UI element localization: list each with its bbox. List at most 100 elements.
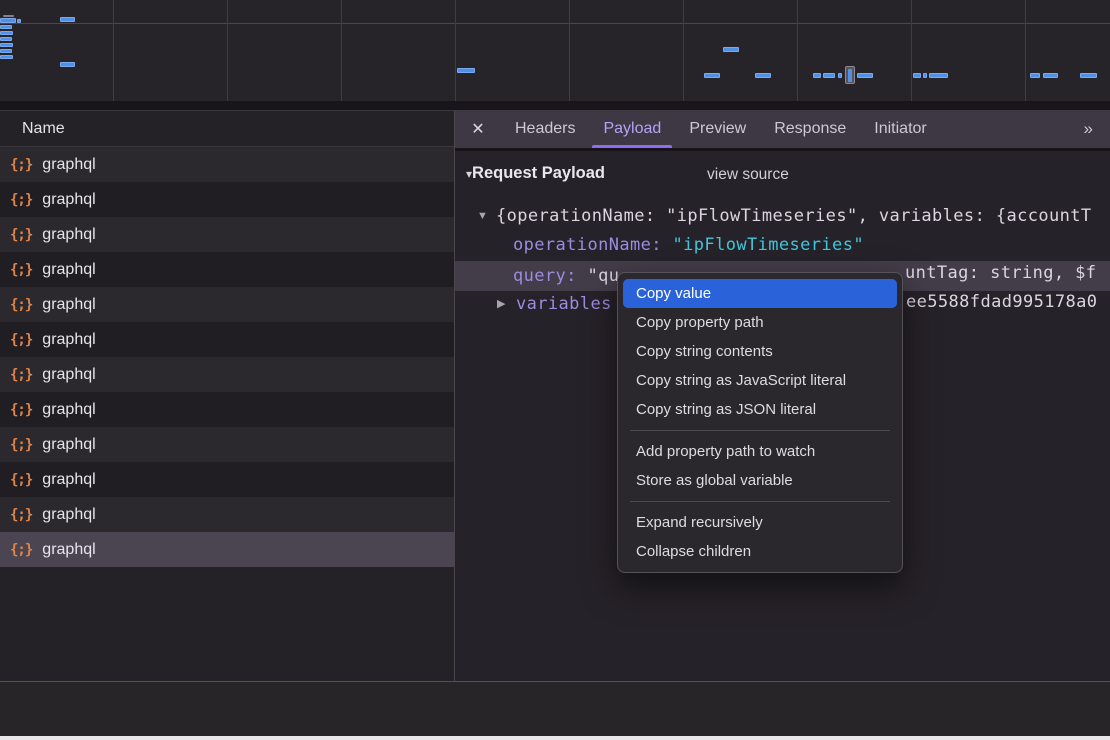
request-name-label: graphql <box>42 541 95 559</box>
json-braces-icon: {;} <box>10 542 32 558</box>
menu-item-copy-string-as-javascript-literal[interactable]: Copy string as JavaScript literal <box>623 366 897 395</box>
overview-gridline <box>341 0 342 101</box>
property-value: "qu <box>577 266 620 286</box>
request-row[interactable]: {;} graphql <box>0 497 454 532</box>
request-row[interactable]: {;}graphql <box>0 392 454 427</box>
request-name-label: graphql <box>42 226 95 244</box>
overview-gridline <box>227 0 228 101</box>
column-header-name[interactable]: Name <box>0 110 454 147</box>
overview-request-bar[interactable] <box>0 49 12 53</box>
context-menu: Copy valueCopy property pathCopy string … <box>617 272 903 573</box>
tab-headers[interactable]: Headers <box>501 110 589 148</box>
json-braces-icon: {;} <box>10 437 32 453</box>
overview-request-bar[interactable] <box>923 73 927 78</box>
request-name-label: graphql <box>42 331 95 349</box>
overview-request-bar[interactable] <box>0 31 13 35</box>
overview-selected-request-tick <box>848 69 852 82</box>
payload-row-operation-name[interactable]: operationName: "ipFlowTimeseries" <box>455 232 1110 259</box>
request-row[interactable]: {;} graphql <box>0 217 454 252</box>
inspector-tab-bar: ✕ HeadersPayloadPreviewResponseInitiator… <box>455 110 1110 148</box>
overview-gridline <box>1025 0 1026 101</box>
overview-request-bar[interactable] <box>755 73 771 78</box>
json-braces-icon: {;} <box>10 297 32 313</box>
overview-gray-bar[interactable] <box>3 15 14 17</box>
request-row[interactable]: {;}graphql <box>0 147 454 182</box>
request-payload-title: Request Payload <box>472 164 605 182</box>
overview-selected-request-marker[interactable] <box>845 66 855 84</box>
request-row[interactable]: {;} graphql <box>0 427 454 462</box>
request-row[interactable]: {;}graphql <box>0 357 454 392</box>
payload-root-row[interactable]: ▼ {operationName: "ipFlowTimeseries", va… <box>455 203 1110 230</box>
more-tabs-icon[interactable]: » <box>1064 110 1110 148</box>
request-name-label: graphql <box>42 191 95 209</box>
request-row[interactable]: {;} graphql <box>0 322 454 357</box>
overview-request-bar[interactable] <box>929 73 948 78</box>
expand-triangle-icon[interactable]: ▼ <box>477 203 488 230</box>
menu-item-store-as-global-variable[interactable]: Store as global variable <box>623 466 897 495</box>
overview-request-bar[interactable] <box>913 73 921 78</box>
menu-item-copy-property-path[interactable]: Copy property path <box>623 308 897 337</box>
property-value: "ipFlowTimeseries" <box>673 235 864 255</box>
overview-request-bar[interactable] <box>1030 73 1040 78</box>
menu-item-copy-value[interactable]: Copy value <box>623 279 897 308</box>
devtools-network-panel: Name {;}graphql{;}graphql{;}graphql{;}gr… <box>0 0 1110 740</box>
menu-separator <box>630 430 890 431</box>
json-braces-icon: {;} <box>10 402 32 418</box>
overview-request-bar[interactable] <box>1080 73 1097 78</box>
overview-request-bar[interactable] <box>60 17 75 22</box>
menu-item-collapse-children[interactable]: Collapse children <box>623 537 897 566</box>
overview-request-bar[interactable] <box>704 73 720 78</box>
overview-request-bar[interactable] <box>813 73 821 78</box>
overview-request-bar[interactable] <box>0 18 16 23</box>
overview-request-bar[interactable] <box>1043 73 1058 78</box>
request-list: {;} graphql {;} graphql {;} graphql {;} graphql… <box>0 147 454 681</box>
overview-request-bar[interactable] <box>823 73 835 78</box>
tab-initiator[interactable]: Initiator <box>860 110 940 148</box>
overview-request-bar[interactable] <box>60 62 75 67</box>
tab-payload[interactable]: Payload <box>589 110 675 148</box>
network-overview-timeline[interactable] <box>0 0 1110 110</box>
request-name-label: graphql <box>42 261 95 279</box>
json-braces-icon: {;} <box>10 262 32 278</box>
request-name-label: graphql <box>42 471 95 489</box>
overview-request-bar[interactable] <box>0 37 12 41</box>
json-braces-icon: {;} <box>10 332 32 348</box>
overview-request-bar[interactable] <box>457 68 475 73</box>
request-payload-heading[interactable]: ▾Request Payload <box>466 164 605 183</box>
overview-request-bar[interactable] <box>0 55 13 59</box>
view-source-link[interactable]: view source <box>707 166 789 184</box>
menu-item-add-property-path-to-watch[interactable]: Add property path to watch <box>623 437 897 466</box>
request-name-label: graphql <box>42 506 95 524</box>
footer-area <box>0 682 1110 736</box>
request-name-label: graphql <box>42 436 95 454</box>
overview-request-bar[interactable] <box>723 47 739 52</box>
query-value-fragment: untTag: string, $f <box>905 263 1096 283</box>
property-key: variables <box>516 291 612 318</box>
json-braces-icon: {;} <box>10 367 32 383</box>
request-row[interactable]: {;}graphql <box>0 182 454 217</box>
json-braces-icon: {;} <box>10 227 32 243</box>
request-name-label: graphql <box>42 296 95 314</box>
overview-request-bar[interactable] <box>838 73 842 78</box>
overview-request-bar[interactable] <box>0 43 13 47</box>
overview-request-bar[interactable] <box>857 73 873 78</box>
overview-request-bar[interactable] <box>17 19 21 23</box>
request-row[interactable]: {;} graphql <box>0 252 454 287</box>
request-name-label: graphql <box>42 156 95 174</box>
json-braces-icon: {;} <box>10 507 32 523</box>
tab-preview[interactable]: Preview <box>675 110 760 148</box>
close-icon[interactable]: ✕ <box>455 110 501 148</box>
overview-gridline <box>911 0 912 101</box>
menu-item-copy-string-contents[interactable]: Copy string contents <box>623 337 897 366</box>
menu-item-copy-string-as-json-literal[interactable]: Copy string as JSON literal <box>623 395 897 424</box>
page-bottom-edge <box>0 736 1110 740</box>
overview-gridline <box>113 0 114 101</box>
tab-response[interactable]: Response <box>760 110 860 148</box>
payload-preview-text: {operationName: "ipFlowTimeseries", vari… <box>496 203 1092 230</box>
request-row[interactable]: {;} graphql <box>0 287 454 322</box>
expand-triangle-icon[interactable]: ▶ <box>497 291 505 318</box>
request-row[interactable]: {;} graphql <box>0 532 454 567</box>
overview-request-bar[interactable] <box>0 25 12 29</box>
request-row[interactable]: {;}graphql <box>0 462 454 497</box>
menu-item-expand-recursively[interactable]: Expand recursively <box>623 508 897 537</box>
